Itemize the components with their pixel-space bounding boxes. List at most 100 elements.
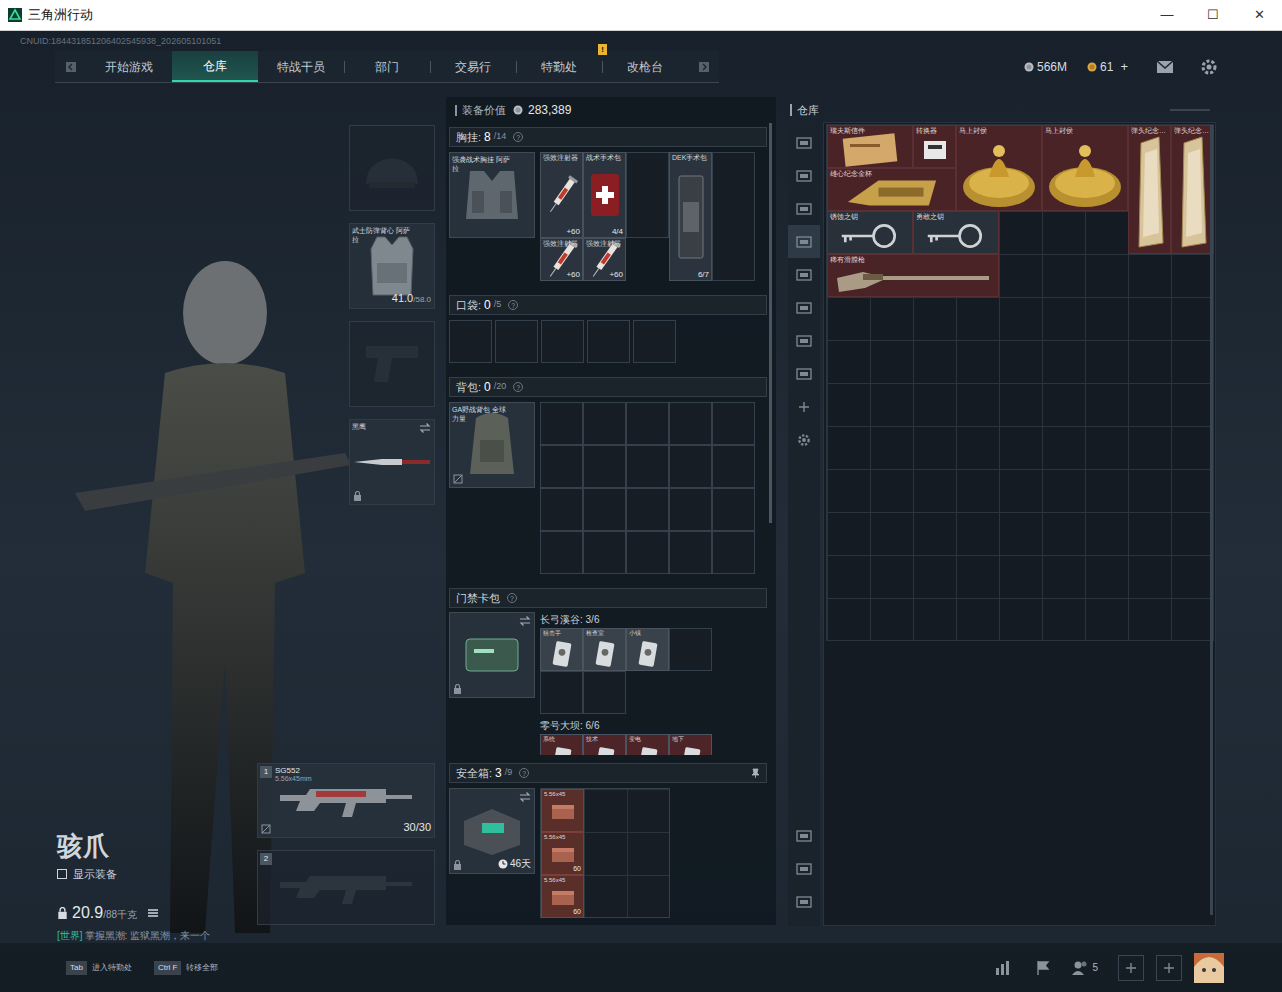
pocket-slot[interactable] (449, 320, 492, 363)
mail-icon[interactable] (1156, 60, 1174, 74)
storage-item[interactable]: 转换器 (913, 125, 956, 168)
hotkey[interactable]: Ctrl F转移全部 (154, 961, 219, 975)
backpack-slot[interactable] (712, 488, 755, 531)
sort-icon[interactable] (788, 819, 820, 852)
pocket-slot[interactable] (633, 320, 676, 363)
ammo-item[interactable]: 5.56x4560 (541, 832, 584, 875)
storage-item[interactable]: 马上封侯 (1042, 125, 1128, 211)
help-button[interactable]: ? (507, 593, 517, 603)
help-button[interactable]: ? (513, 382, 523, 392)
nav-tab[interactable]: 改枪台 (602, 51, 688, 82)
close-button[interactable]: ✕ (1236, 0, 1282, 30)
stats-icon[interactable] (983, 960, 1023, 976)
storage-item[interactable]: 弹头纪念… (1171, 125, 1214, 254)
backpack-slot[interactable] (626, 531, 669, 574)
chest-rig[interactable]: 强袭战术胸挂 阿萨拉 (449, 152, 535, 238)
keycard[interactable]: 狙击手 (540, 628, 583, 671)
stack-icon[interactable] (788, 852, 820, 885)
backpack-slot[interactable] (626, 488, 669, 531)
pocket-slot[interactable] (541, 320, 584, 363)
backpack-slot[interactable] (712, 445, 755, 488)
chest-item[interactable]: 强效注射器+60 (540, 238, 583, 281)
help-button[interactable]: ? (508, 300, 518, 310)
nav-tab[interactable]: 特战干员 (258, 51, 344, 82)
help-button[interactable]: ? (513, 132, 523, 142)
keycard-slot[interactable] (669, 628, 712, 671)
nav-tab[interactable]: 交易行 (430, 51, 516, 82)
backpack[interactable]: GA野战背包 全球力量 (449, 402, 535, 488)
nav-tab[interactable]: 仓库 (172, 51, 258, 82)
storage-item[interactable]: 弹头纪念… (1128, 125, 1171, 254)
chest-item[interactable]: 强效注射器+60 (540, 152, 583, 238)
show-equipment-toggle[interactable]: 显示装备 (57, 866, 210, 882)
flag-icon[interactable] (1023, 960, 1063, 976)
storage-item[interactable]: 稀有滑膛枪 (827, 254, 999, 297)
equipment-slot-helmet[interactable] (349, 125, 435, 211)
backpack-slot[interactable] (583, 531, 626, 574)
chest-item[interactable]: DEK手术包6/7 (669, 152, 712, 281)
pocket-slot[interactable] (495, 320, 538, 363)
storage-tab[interactable] (788, 357, 820, 390)
weapon-slot[interactable]: 1SG5525.56x45mm30/30 (257, 763, 435, 838)
hotkey[interactable]: Tab进入特勤处 (66, 961, 132, 975)
nav-prev-button[interactable] (55, 51, 86, 82)
friends-button[interactable]: 5 (1071, 960, 1098, 976)
chest-slot[interactable] (626, 152, 669, 238)
nav-tab[interactable]: 部门 (344, 51, 430, 82)
storage-item[interactable]: 瑞夫斯信件 (827, 125, 913, 168)
player-avatar-icon[interactable] (1194, 953, 1224, 983)
storage-tab[interactable] (788, 324, 820, 357)
ammo-item[interactable]: 5.56x4560 (541, 875, 584, 918)
nav-tab[interactable]: 开始游戏 (86, 51, 172, 82)
storage-item[interactable]: 雄心纪念金杯 (827, 168, 956, 211)
backpack-slot[interactable] (669, 445, 712, 488)
storage-settings-gear-icon[interactable] (788, 423, 820, 456)
keycard-slot[interactable] (540, 671, 583, 714)
pin-icon[interactable] (751, 768, 760, 778)
chest-item[interactable]: 强效注射器+60 (583, 238, 626, 281)
storage-item[interactable]: 马上封侯 (956, 125, 1042, 211)
backpack-slot[interactable] (540, 402, 583, 445)
maximize-button[interactable]: ☐ (1190, 0, 1236, 30)
keycard[interactable]: 检查室 (583, 628, 626, 671)
backpack-slot[interactable] (540, 445, 583, 488)
safe-box[interactable]: 46天 (449, 788, 535, 874)
backpack-slot[interactable] (626, 445, 669, 488)
help-button[interactable]: ? (519, 768, 529, 778)
nav-next-button[interactable] (688, 51, 719, 82)
tools-icon[interactable] (788, 885, 820, 918)
backpack-slot[interactable] (583, 402, 626, 445)
equipment-slot-pistol[interactable] (349, 321, 435, 407)
storage-tab[interactable] (788, 192, 820, 225)
chest-slot[interactable] (712, 152, 755, 281)
swap-icon[interactable] (419, 423, 431, 433)
storage-tab[interactable] (788, 225, 820, 258)
keycard[interactable]: 变电 (626, 734, 669, 755)
keycard-holder[interactable] (449, 612, 535, 698)
ammo-item[interactable]: 5.56x45 (541, 789, 584, 832)
pocket-slot[interactable] (587, 320, 630, 363)
backpack-slot[interactable] (712, 402, 755, 445)
equipment-slot-melee[interactable]: 黑鹰 (349, 419, 435, 505)
storage-scrollbar[interactable] (1210, 125, 1213, 915)
nav-tab[interactable]: 特勤处! (516, 51, 602, 82)
backpack-slot[interactable] (583, 445, 626, 488)
storage-tab[interactable] (788, 258, 820, 291)
backpack-slot[interactable] (540, 488, 583, 531)
add-currency-button[interactable]: + (1120, 57, 1128, 77)
keycard[interactable]: 技术 (583, 734, 626, 755)
storage-item[interactable]: 勇敢之钥 (913, 211, 999, 254)
backpack-slot[interactable] (669, 488, 712, 531)
scrollbar-thumb[interactable] (769, 123, 772, 523)
backpack-slot[interactable] (669, 531, 712, 574)
backpack-slot[interactable] (540, 531, 583, 574)
equipment-slot-armor[interactable]: 武士防弹背心 阿萨拉41.0/58.0 (349, 223, 435, 309)
settings-gear-icon[interactable] (1200, 58, 1218, 76)
keycard[interactable]: 小镇 (626, 628, 669, 671)
invite-plus-icon[interactable] (1156, 955, 1182, 981)
invite-plus-icon[interactable] (1118, 955, 1144, 981)
keycard-slot[interactable] (583, 671, 626, 714)
weapon-slot[interactable]: 2 (257, 850, 435, 925)
backpack-slot[interactable] (583, 488, 626, 531)
storage-tab[interactable] (788, 291, 820, 324)
